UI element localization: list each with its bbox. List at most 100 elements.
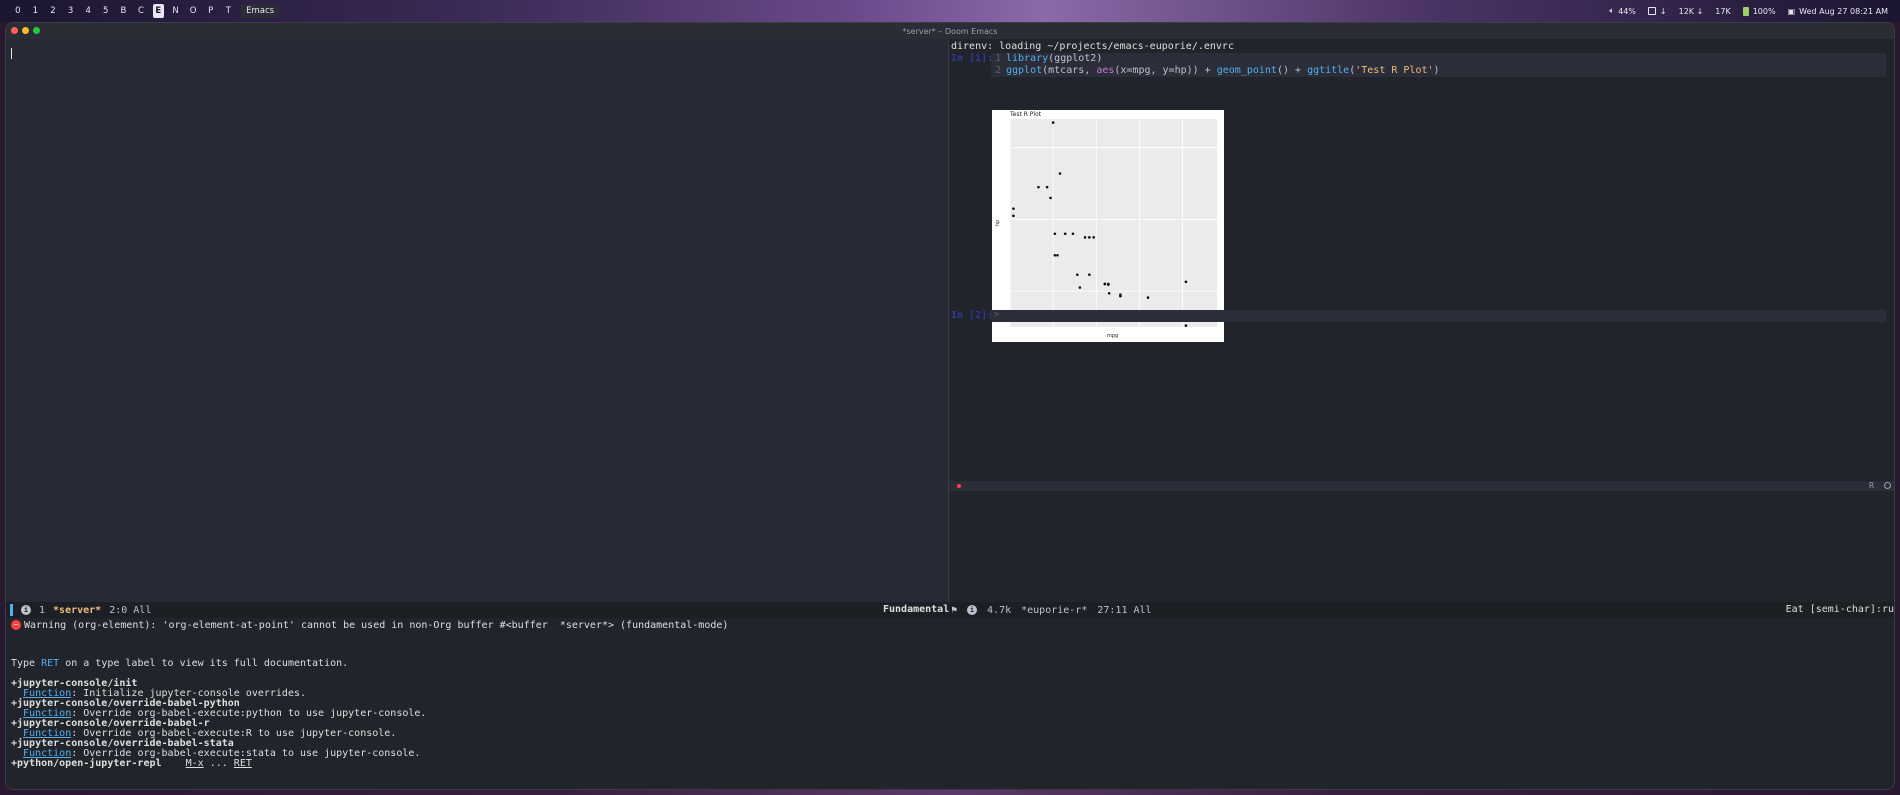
- data-point: [1053, 253, 1057, 257]
- data-point: [1058, 172, 1062, 175]
- close-window-button[interactable]: [11, 27, 18, 34]
- window-controls: [11, 27, 40, 34]
- zoom-window-button[interactable]: [33, 27, 40, 34]
- info-icon-right: i: [967, 605, 978, 615]
- display-icon: [1647, 7, 1656, 15]
- data-point: [1049, 196, 1052, 200]
- data-point: [1045, 185, 1049, 189]
- kernel-idle-icon: [1884, 482, 1891, 489]
- workspace-t[interactable]: T: [220, 4, 238, 18]
- major-mode-right[interactable]: Eat [semi-char]:ru: [1786, 602, 1894, 618]
- code-line-1: 1 library(ggplot2): [994, 53, 1103, 64]
- net-up-status: 17K: [1715, 6, 1731, 16]
- data-point: [1078, 286, 1082, 289]
- data-point: [1088, 273, 1091, 276]
- battery-status[interactable]: 100%: [1742, 6, 1776, 16]
- code-line-2: 2 ggplot(mtcars, aes(x=mpg, y=hp)) + geom…: [994, 65, 1440, 76]
- data-point: [1092, 236, 1095, 239]
- warning-message: − Warning (org-element): 'org-element-at-…: [11, 620, 728, 631]
- workspace-3[interactable]: 3: [62, 4, 80, 18]
- data-point: [1107, 283, 1110, 286]
- buffer-size: 4.7k: [987, 604, 1012, 616]
- data-point: [1088, 236, 1091, 239]
- data-point: [1037, 185, 1040, 189]
- window-number: 1: [39, 604, 46, 616]
- workspace-b[interactable]: B: [115, 4, 133, 18]
- status-area: 🔈︎ 44% ↓ 12K ↓ 17K 100% ▣ Wed Aug 27 08:21…: [1609, 0, 1888, 22]
- cursor-position-left: 2:0 All: [109, 604, 152, 616]
- direnv-message: direnv: loading ~/projects/emacs-euporie…: [951, 41, 1234, 52]
- clock[interactable]: ▣ Wed Aug 27 08:21 AM: [1788, 7, 1888, 16]
- net-down-status: 12K ↓: [1678, 6, 1704, 16]
- display-status[interactable]: ↓: [1647, 6, 1667, 16]
- function-name[interactable]: +python/open-jupyter-repl: [11, 758, 162, 769]
- workspace-5[interactable]: 5: [97, 4, 115, 18]
- data-point: [1075, 273, 1079, 276]
- kernel-status-dot: [957, 484, 961, 488]
- plot-title: Test R Plot: [1010, 111, 1042, 118]
- code-cell-1[interactable]: 1 library(ggplot2) 2 ggplot(mtcars, aes(x=…: [991, 53, 1886, 77]
- echo-area: − Warning (org-element): 'org-element-at-…: [6, 618, 1894, 789]
- data-point: [1053, 232, 1057, 236]
- input-prompt-1: In [1]:: [951, 53, 994, 64]
- data-point: [1184, 324, 1188, 327]
- workspace-0[interactable]: 0: [9, 4, 27, 18]
- keybinding-mx[interactable]: M-x: [186, 758, 204, 769]
- major-mode-left[interactable]: Fundamental: [883, 602, 949, 618]
- volume-status[interactable]: 🔈︎ 44%: [1609, 6, 1636, 16]
- modeline: i 1 *server* 2:0 All Fundamental ⚑ i 4.7…: [6, 602, 1894, 618]
- data-point: [1083, 236, 1087, 239]
- data-point: [1012, 207, 1015, 210]
- workspace-o[interactable]: O: [184, 4, 202, 18]
- plot-output: Test R Plot hp mpg: [992, 110, 1224, 342]
- data-point: [1103, 282, 1107, 286]
- workspace-p[interactable]: P: [202, 4, 220, 18]
- minimize-window-button[interactable]: [22, 27, 29, 34]
- active-app-label[interactable]: Emacs: [241, 4, 280, 18]
- workspace-1[interactable]: 1: [27, 4, 45, 18]
- workspace-list: 0 1 2 3 4 5 B C E N O P T Emacs: [0, 4, 280, 18]
- data-point: [1071, 232, 1075, 236]
- plot-panel: [1009, 119, 1218, 327]
- data-point: [1063, 232, 1067, 236]
- battery-icon: [1742, 6, 1749, 16]
- input-caret: >: [994, 310, 1000, 320]
- workspace-4[interactable]: 4: [79, 4, 97, 18]
- workspace-n[interactable]: N: [167, 4, 185, 18]
- speaker-icon: 🔈︎: [1609, 6, 1615, 15]
- text-cursor: [11, 48, 12, 59]
- server-buffer-pane[interactable]: [6, 39, 948, 602]
- emacs-frame: direnv: loading ~/projects/emacs-euporie…: [6, 39, 1894, 789]
- menubar: 0 1 2 3 4 5 B C E N O P T Emacs 🔈︎ 44% ↓ 12K ↓ 17K 100…: [0, 0, 1900, 22]
- title-bar[interactable]: *server* – Doom Emacs: [6, 23, 1894, 39]
- data-point: [1146, 296, 1150, 299]
- data-point: [1119, 293, 1122, 297]
- keybinding-ret[interactable]: RET: [234, 758, 252, 769]
- workspace-e[interactable]: E: [152, 4, 164, 18]
- data-point: [1184, 280, 1188, 284]
- scatter-plot: [1009, 119, 1218, 327]
- warning-icon: −: [11, 620, 21, 630]
- buffer-name-server[interactable]: *server*: [53, 605, 101, 616]
- modeline-left: i 1 *server* 2:0 All: [10, 602, 151, 618]
- download-indicator: ↓: [1659, 6, 1667, 16]
- function-entry-open-jupyter-repl: +python/open-jupyter-repl M-x ... RET: [11, 758, 252, 769]
- calendar-icon: ▣: [1787, 6, 1796, 16]
- emacs-window: *server* – Doom Emacs direnv: loading ~/…: [5, 22, 1895, 790]
- plot-ylabel: hp: [995, 219, 1002, 227]
- info-icon: i: [21, 605, 31, 615]
- buffer-name-euporie[interactable]: *euporie-r*: [1021, 605, 1087, 616]
- workspace-2[interactable]: 2: [44, 4, 62, 18]
- modeline-right: ⚑ i 4.7k *euporie-r* 27:11 All: [951, 602, 1152, 618]
- data-point: [1056, 253, 1059, 257]
- window-title: *server* – Doom Emacs: [902, 26, 998, 36]
- euporie-statusbar: R: [949, 481, 1894, 491]
- workspace-c[interactable]: C: [132, 4, 150, 18]
- help-hint: Type RET on a type label to view its ful…: [11, 658, 349, 669]
- code-cell-2[interactable]: >: [991, 310, 1886, 322]
- kernel-name: R: [1869, 481, 1874, 490]
- input-prompt-2: In [2]:: [951, 310, 994, 321]
- data-point: [1107, 291, 1111, 295]
- euporie-r-pane[interactable]: direnv: loading ~/projects/emacs-euporie…: [949, 39, 1894, 602]
- plot-xlabel: mpg: [1107, 333, 1119, 339]
